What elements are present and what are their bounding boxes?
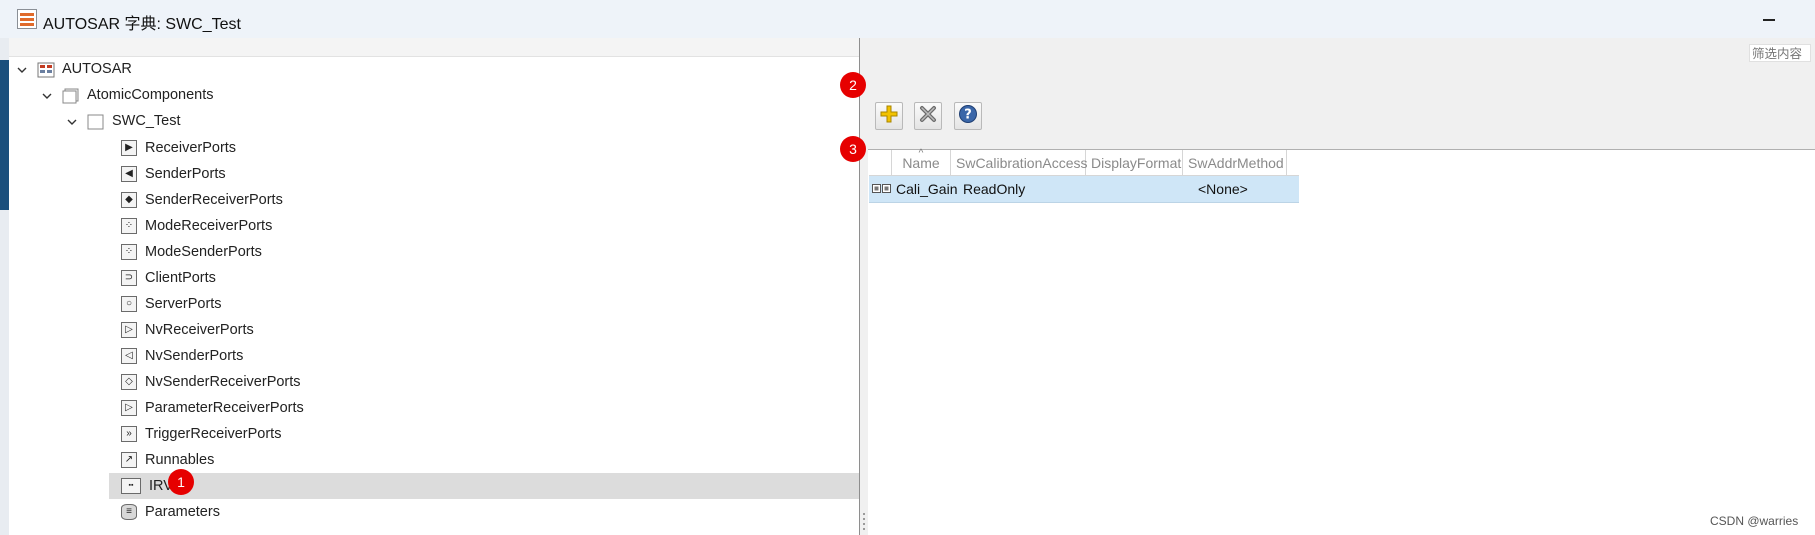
help-icon: ? xyxy=(958,104,978,128)
tree-item-nvreceiverports[interactable]: ▷ NvReceiverPorts xyxy=(109,317,859,343)
cell-swcalibrationaccess[interactable]: ReadOnly xyxy=(963,176,1025,202)
nv-sender-receiver-port-icon: ◇ xyxy=(121,374,137,390)
details-panel: ? 2 3 ^ Name SwCalibrationAccess Display… xyxy=(840,38,1815,535)
tree-item-label: ReceiverPorts xyxy=(145,140,237,156)
tree-item-runnables[interactable]: ↗ Runnables xyxy=(109,447,859,473)
server-port-icon: ○ xyxy=(121,296,137,312)
panel-splitter[interactable] xyxy=(860,38,868,535)
tree-item-label: ModeSenderPorts xyxy=(145,244,262,260)
tree-item-clientports[interactable]: ⊃ ClientPorts xyxy=(109,265,859,291)
chevron-down-icon[interactable] xyxy=(65,115,79,129)
delete-x-icon xyxy=(918,104,938,128)
folder-icon xyxy=(62,88,80,108)
tree-item-label: ParameterReceiverPorts xyxy=(145,400,304,416)
cell-name[interactable]: Cali_Gain xyxy=(896,176,957,202)
tree-item-label: SenderReceiverPorts xyxy=(145,192,283,208)
column-header-swcalibrationaccess[interactable]: SwCalibrationAccess xyxy=(951,150,1088,175)
svg-text:?: ? xyxy=(964,108,972,123)
annotation-badge-1: 1 xyxy=(168,469,194,495)
sort-ascending-icon: ^ xyxy=(918,148,924,159)
tree-item-label: Parameters xyxy=(145,504,220,520)
minimize-button[interactable] xyxy=(1755,8,1785,30)
receiver-port-icon: ▶ xyxy=(121,140,137,156)
tree-item-autosar[interactable]: AUTOSAR xyxy=(9,57,859,83)
tree-item-atomic-components[interactable]: AtomicComponents xyxy=(9,83,859,109)
tree-item-triggerreceiverports[interactable]: » TriggerReceiverPorts xyxy=(109,421,859,447)
column-header-displayformat[interactable]: DisplayFormat xyxy=(1086,150,1183,175)
parameters-icon: ≡ xyxy=(121,504,137,520)
tree-item-swc-test[interactable]: SWC_Test xyxy=(9,109,859,135)
table-row[interactable]: Cali_Gain ReadOnly <None> xyxy=(869,176,1299,203)
tree-panel: AUTOSAR AtomicComponents SWC_Test ▶ Recei… xyxy=(9,38,860,535)
tree-item-label: ModeReceiverPorts xyxy=(145,218,273,234)
grid-header: ^ Name SwCalibrationAccess DisplayFormat… xyxy=(869,148,1299,176)
window-title: AUTOSAR 字典: SWC_Test xyxy=(43,16,241,33)
tree-item-label: AtomicComponents xyxy=(87,87,214,103)
tree-item-nvsenderports[interactable]: ◁ NvSenderPorts xyxy=(109,343,859,369)
annotation-badge-3: 3 xyxy=(840,136,866,162)
filter-input[interactable] xyxy=(1749,44,1811,62)
sender-port-icon: ◀ xyxy=(121,166,137,182)
irv-icon: ▪▪ xyxy=(121,478,141,494)
delete-button[interactable] xyxy=(914,102,942,130)
tree-item-parameters[interactable]: ≡ Parameters xyxy=(109,499,859,525)
mode-sender-port-icon: ⁘ xyxy=(121,244,137,260)
tree-item-label: NvSenderReceiverPorts xyxy=(145,374,301,390)
annotation-badge-2: 2 xyxy=(840,72,866,98)
background-window-edge xyxy=(0,38,9,535)
tree-item-irv[interactable]: ▪▪ IRV xyxy=(109,473,859,499)
row-icon-column-header xyxy=(869,150,892,175)
tree-item-label: AUTOSAR xyxy=(62,61,132,77)
tree-item-label: ClientPorts xyxy=(145,270,216,286)
tree-item-receiverports[interactable]: ▶ ReceiverPorts xyxy=(109,135,859,161)
column-header-swaddrmethod[interactable]: SwAddrMethod xyxy=(1183,150,1287,175)
cell-swaddrmethod[interactable]: <None> xyxy=(1198,176,1248,202)
nv-receiver-port-icon: ▷ xyxy=(121,322,137,338)
help-button[interactable]: ? xyxy=(954,102,982,130)
title-bar: AUTOSAR 字典: SWC_Test xyxy=(0,0,1815,39)
add-button[interactable] xyxy=(875,102,903,130)
tree-item-label: Runnables xyxy=(145,452,215,468)
plus-icon xyxy=(879,104,899,128)
tree-item-label: NvReceiverPorts xyxy=(145,322,254,338)
tree-item-label: TriggerReceiverPorts xyxy=(145,426,282,442)
autosar-root-icon xyxy=(37,62,55,82)
tree-item-senderreceiverports[interactable]: ◆ SenderReceiverPorts xyxy=(109,187,859,213)
chevron-down-icon[interactable] xyxy=(40,89,54,103)
sender-receiver-port-icon: ◆ xyxy=(121,192,137,208)
nv-sender-port-icon: ◁ xyxy=(121,348,137,364)
tree-item-modesenderports[interactable]: ⁘ ModeSenderPorts xyxy=(109,239,859,265)
mode-receiver-port-icon: ⁘ xyxy=(121,218,137,234)
toolbar: ? xyxy=(868,66,1815,150)
trigger-receiver-port-icon: » xyxy=(121,426,137,442)
tree-item-label: ServerPorts xyxy=(145,296,222,312)
runnables-icon: ↗ xyxy=(121,452,137,468)
column-header-name[interactable]: ^ Name xyxy=(892,148,951,175)
parameter-receiver-port-icon: ▷ xyxy=(121,400,137,416)
tree-item-modereceiverports[interactable]: ⁘ ModeReceiverPorts xyxy=(109,213,859,239)
tree-item-parameterreceiverports[interactable]: ▷ ParameterReceiverPorts xyxy=(109,395,859,421)
tree-item-label: SenderPorts xyxy=(145,166,226,182)
tree-header xyxy=(9,38,859,57)
tree-item-nvsenderreceiverports[interactable]: ◇ NvSenderReceiverPorts xyxy=(109,369,859,395)
client-port-icon: ⊃ xyxy=(121,270,137,286)
tree-item-label: SWC_Test xyxy=(112,113,181,129)
filter-bar xyxy=(868,38,1815,67)
watermark: CSDN @warries xyxy=(1710,514,1799,528)
tree-item-senderports[interactable]: ◀ SenderPorts xyxy=(109,161,859,187)
autosar-dictionary-icon xyxy=(17,9,37,29)
tree-item-label: NvSenderPorts xyxy=(145,348,244,364)
irv-icon xyxy=(872,176,892,202)
tree-item-serverports[interactable]: ○ ServerPorts xyxy=(109,291,859,317)
component-icon xyxy=(87,114,105,134)
chevron-down-icon[interactable] xyxy=(15,63,29,77)
